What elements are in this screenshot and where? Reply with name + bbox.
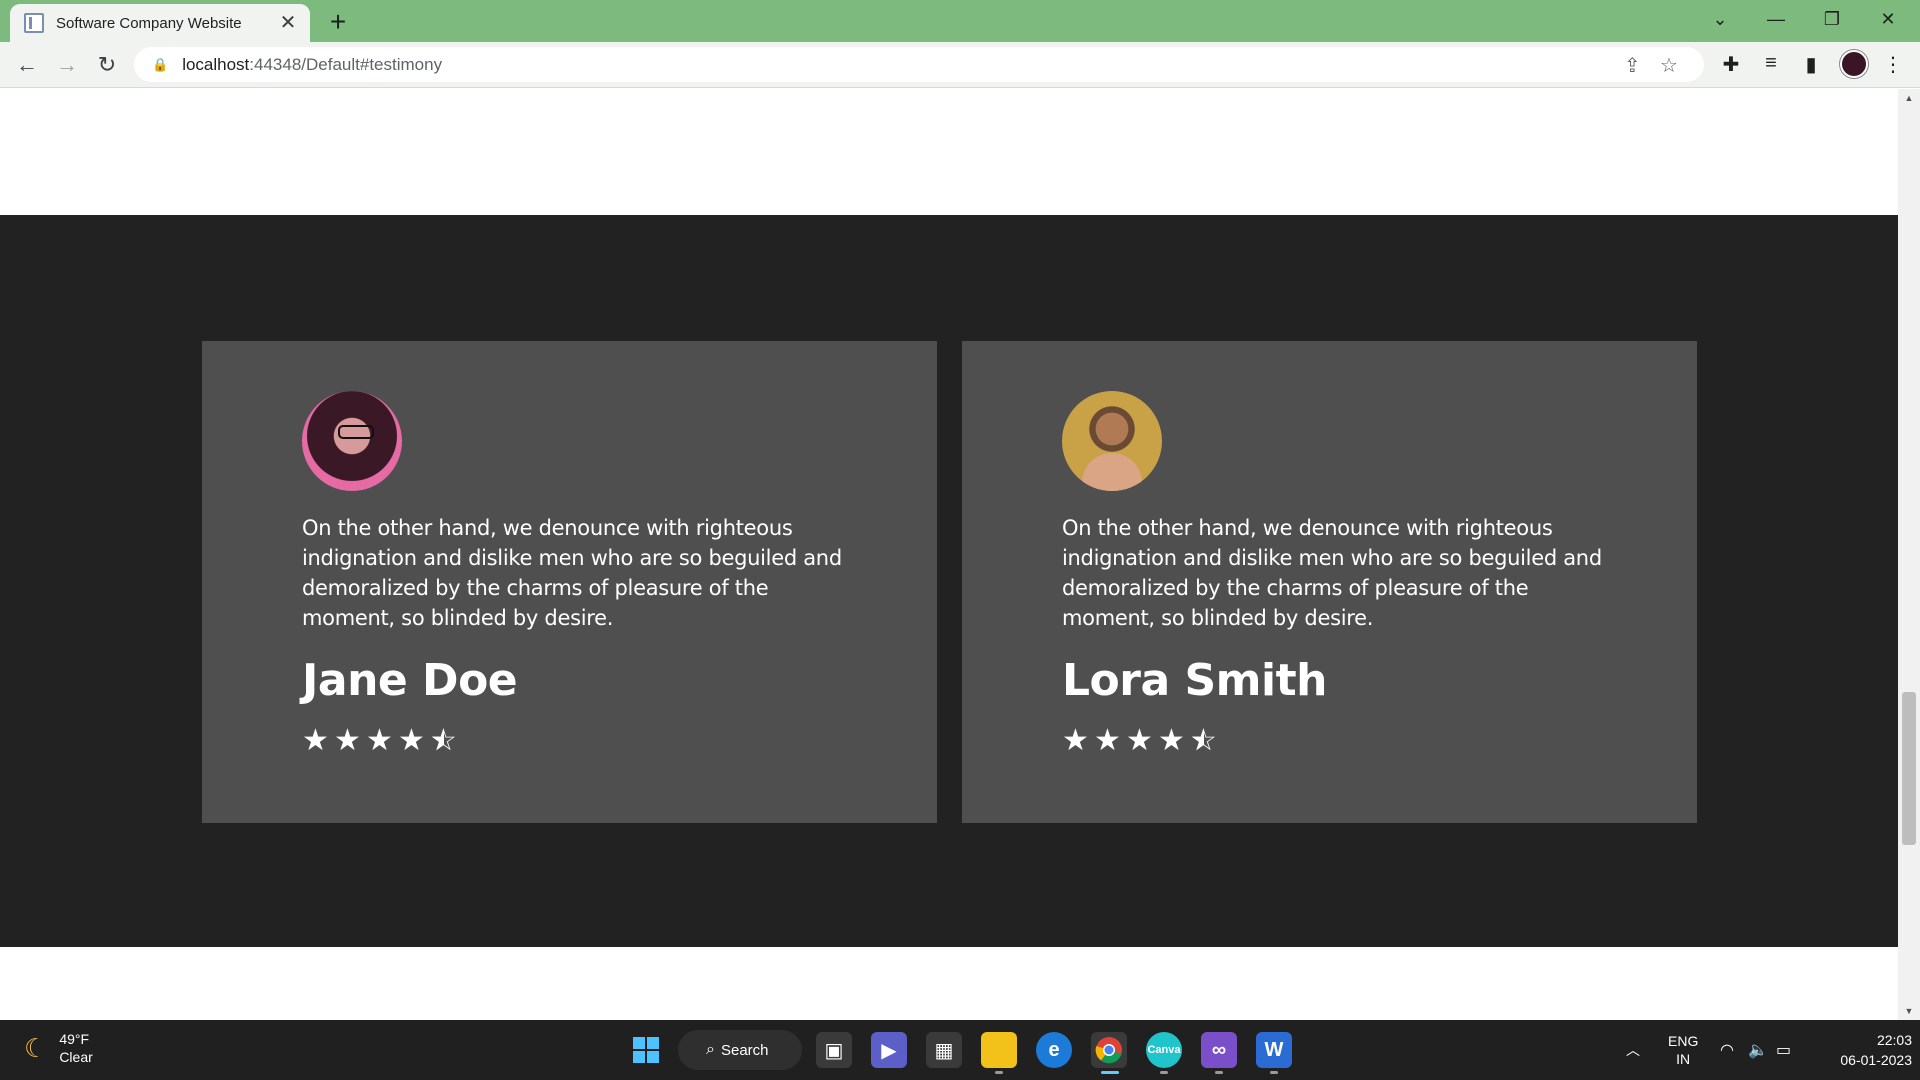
tab-title: Software Company Website	[56, 14, 242, 32]
system-clock[interactable]: 22:03 06-01-2023	[1816, 1030, 1912, 1070]
running-indicator	[1215, 1071, 1223, 1074]
battery-icon[interactable]: ▭	[1776, 1020, 1791, 1080]
weather-widget[interactable]: ☾ 49°F Clear	[24, 1030, 93, 1066]
forward-button[interactable]: →	[52, 50, 82, 80]
star-icon: ★	[398, 724, 425, 757]
reload-button[interactable]: ↻	[92, 50, 122, 80]
testimonial-name: Jane Doe	[302, 655, 518, 706]
clock-time: 22:03	[1876, 1032, 1912, 1048]
clock-date: 06-01-2023	[1840, 1052, 1912, 1068]
star-icon: ★	[334, 724, 361, 757]
half-star-icon: ★	[1190, 726, 1218, 756]
back-button[interactable]: ←	[12, 50, 42, 80]
share-icon[interactable]: ⇪	[1624, 53, 1641, 78]
star-icon: ★	[1126, 724, 1153, 757]
browser-toolbar: ← → ↻ 🔒 localhost:44348/Default#testimon…	[0, 42, 1920, 88]
star-icon: ★	[1094, 724, 1121, 757]
file-explorer-icon[interactable]	[981, 1032, 1017, 1068]
star-rating: ★ ★ ★ ★ ★	[302, 724, 837, 757]
testimonial-name: Lora Smith	[1062, 655, 1327, 706]
start-windows-icon[interactable]	[628, 1032, 664, 1068]
volume-icon[interactable]: 🔈	[1748, 1020, 1768, 1080]
url-path: :44348/Default#testimony	[249, 54, 443, 74]
show-hidden-icons-chevron-icon[interactable]: ︿	[1626, 1020, 1640, 1080]
browser-tab[interactable]: Software Company Website ✕	[10, 4, 310, 42]
star-icon: ★	[1158, 724, 1185, 757]
avatar	[302, 391, 402, 491]
extensions-puzzle-icon[interactable]: ✚	[1718, 52, 1744, 77]
weather-temperature: 49°F	[59, 1031, 90, 1047]
windows-taskbar: ☾ 49°F Clear ⌕ Search ▣ ▶ ▦ e Canva ∞ W …	[0, 1020, 1920, 1080]
running-indicator	[1270, 1071, 1278, 1074]
close-tab-icon[interactable]: ✕	[276, 11, 300, 35]
browser-tab-strip: Software Company Website ✕ + ⌄ — ❐ ✕	[0, 0, 1920, 42]
star-icon: ★	[302, 724, 329, 757]
moon-icon: ☾	[24, 1032, 48, 1063]
weather-description: Clear	[59, 1049, 93, 1065]
page-scrollbar[interactable]: ▲ ▼	[1898, 89, 1920, 1020]
wifi-icon[interactable]: ◠	[1720, 1020, 1734, 1080]
language-indicator[interactable]: ENG IN	[1668, 1020, 1698, 1080]
restore-button[interactable]: ❐	[1804, 0, 1860, 38]
running-indicator	[1160, 1071, 1168, 1074]
star-icon: ★	[1062, 724, 1089, 757]
active-indicator	[1101, 1071, 1119, 1074]
profile-avatar[interactable]	[1840, 50, 1868, 78]
media-queue-icon[interactable]: ≡	[1758, 52, 1784, 75]
minimize-button[interactable]: —	[1748, 0, 1804, 38]
kebab-menu-icon[interactable]: ⋮	[1880, 52, 1906, 77]
close-window-button[interactable]: ✕	[1860, 0, 1916, 38]
page-viewport: On the other hand, we denounce with righ…	[0, 89, 1898, 1020]
scroll-down-arrow-icon[interactable]: ▼	[1898, 1006, 1920, 1016]
visual-studio-icon[interactable]: ∞	[1201, 1032, 1237, 1068]
microsoft-store-icon[interactable]: ▦	[926, 1032, 962, 1068]
url-host: localhost	[182, 54, 250, 74]
lock-icon[interactable]: 🔒	[152, 57, 168, 73]
teams-chat-icon[interactable]: ▶	[871, 1032, 907, 1068]
word-icon[interactable]: W	[1256, 1032, 1292, 1068]
address-bar[interactable]: 🔒 localhost:44348/Default#testimony ⇪ ☆	[134, 47, 1704, 82]
star-icon: ★	[366, 724, 393, 757]
testimonial-card: On the other hand, we denounce with righ…	[962, 341, 1697, 823]
tab-search-chevron-icon[interactable]: ⌄	[1692, 0, 1748, 38]
edge-browser-icon[interactable]: e	[1036, 1032, 1072, 1068]
side-panel-icon[interactable]: ▮	[1798, 52, 1824, 77]
testimonial-quote: On the other hand, we denounce with righ…	[1062, 516, 1602, 630]
scrollbar-thumb[interactable]	[1902, 692, 1916, 845]
chrome-browser-icon[interactable]	[1091, 1032, 1127, 1068]
canva-icon[interactable]: Canva	[1146, 1032, 1182, 1068]
bookmark-star-icon[interactable]: ☆	[1660, 53, 1678, 78]
url-text: localhost:44348/Default#testimony	[182, 55, 442, 75]
star-rating: ★ ★ ★ ★ ★	[1062, 724, 1597, 757]
language-code: ENG	[1668, 1033, 1699, 1049]
task-view-icon[interactable]: ▣	[816, 1032, 852, 1068]
taskbar-search-label: Search	[720, 1041, 769, 1059]
half-star-icon: ★	[430, 726, 458, 756]
testimony-section: On the other hand, we denounce with righ…	[0, 215, 1898, 947]
running-indicator	[995, 1071, 1003, 1074]
region-code: IN	[1676, 1051, 1691, 1067]
testimonial-quote: On the other hand, we denounce with righ…	[302, 516, 842, 630]
scroll-up-arrow-icon[interactable]: ▲	[1898, 93, 1920, 103]
avatar	[1062, 391, 1162, 491]
search-icon: ⌕	[706, 1041, 715, 1058]
page-favicon-icon	[24, 13, 44, 33]
testimonial-card: On the other hand, we denounce with righ…	[202, 341, 937, 823]
new-tab-button[interactable]: +	[324, 6, 352, 38]
taskbar-search-button[interactable]: ⌕ Search	[678, 1030, 802, 1070]
